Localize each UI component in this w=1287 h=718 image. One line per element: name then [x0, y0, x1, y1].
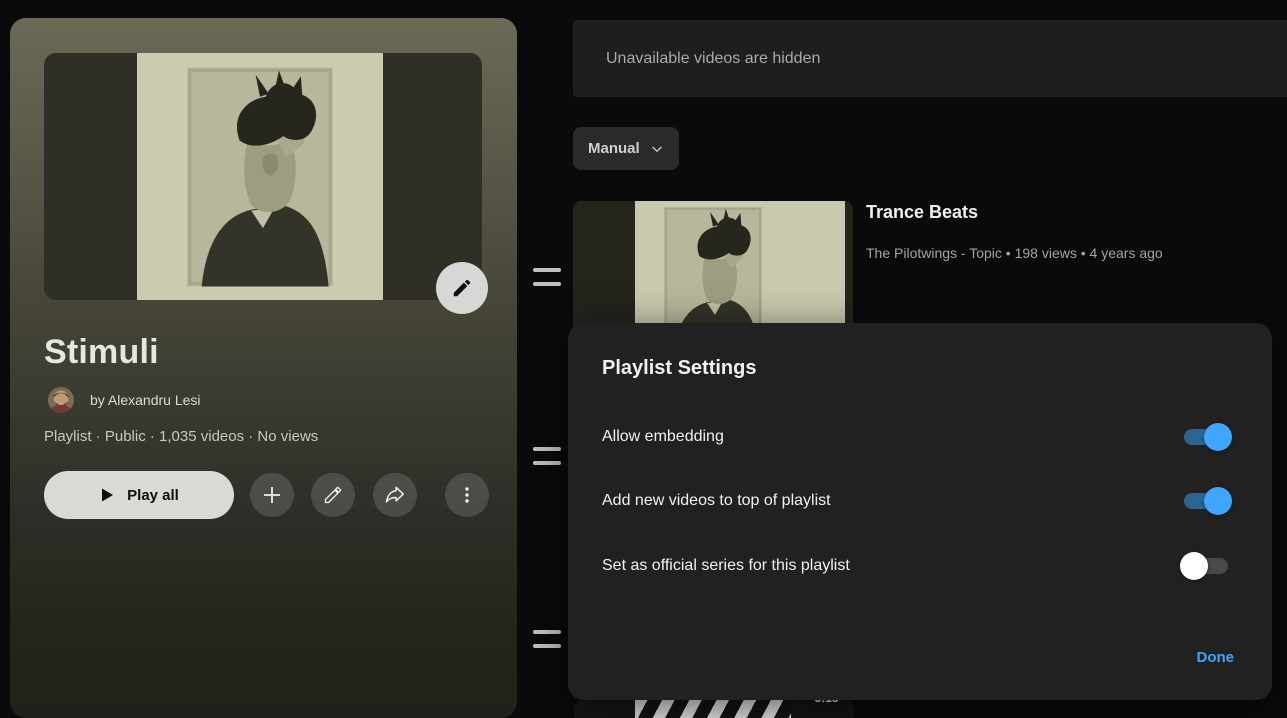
playlist-page: Stimuli by Alexandru Lesi Playlist · Pub… — [0, 0, 1287, 718]
setting-row-official-series: Set as official series for this playlist — [602, 551, 1232, 581]
play-all-button[interactable]: Play all — [44, 471, 234, 519]
drag-handle-icon[interactable] — [533, 268, 561, 286]
video-title[interactable]: Trance Beats — [866, 202, 978, 223]
artwork-image — [187, 67, 333, 287]
banner-text: Unavailable videos are hidden — [606, 49, 821, 67]
edit-playlist-button[interactable] — [311, 473, 355, 517]
unavailable-videos-banner: Unavailable videos are hidden — [573, 20, 1287, 97]
sort-order-dropdown[interactable]: Manual — [573, 127, 679, 170]
add-to-top-toggle[interactable] — [1180, 487, 1232, 515]
playlist-settings-dialog: Playlist Settings Allow embedding Add ne… — [568, 323, 1272, 700]
owner-avatar — [48, 387, 74, 413]
dialog-title: Playlist Settings — [602, 357, 757, 379]
edit-thumbnail-button[interactable] — [436, 262, 488, 314]
setting-label: Add new videos to top of playlist — [602, 492, 831, 509]
drag-handle-icon[interactable] — [533, 630, 561, 648]
share-arrow-icon — [385, 486, 404, 503]
pencil-icon — [324, 486, 342, 504]
more-options-button[interactable] — [445, 473, 489, 517]
setting-row-add-to-top: Add new videos to top of playlist — [602, 486, 1232, 516]
play-all-label: Play all — [127, 486, 179, 504]
chevron-down-icon — [651, 146, 662, 152]
kebab-menu-icon — [465, 487, 469, 503]
setting-row-allow-embedding: Allow embedding — [602, 422, 1232, 452]
setting-label: Set as official series for this playlist — [602, 557, 850, 574]
toggle-thumb — [1204, 423, 1232, 451]
playlist-thumbnail-art — [137, 53, 383, 300]
playlist-owner-row[interactable]: by Alexandru Lesi — [48, 387, 201, 413]
done-button[interactable]: Done — [1195, 641, 1237, 674]
playlist-summary-panel: Stimuli by Alexandru Lesi Playlist · Pub… — [10, 18, 517, 718]
toggle-thumb — [1204, 487, 1232, 515]
playlist-thumbnail[interactable] — [44, 53, 482, 300]
thumbnail-letterbox — [44, 53, 137, 300]
add-videos-button[interactable] — [250, 473, 294, 517]
playlist-meta: Playlist · Public · 1,035 videos · No vi… — [44, 428, 319, 445]
play-triangle-icon — [102, 488, 114, 502]
playlist-title: Stimuli — [44, 333, 159, 371]
toggle-thumb — [1180, 552, 1208, 580]
plus-icon — [264, 487, 280, 503]
allow-embedding-toggle[interactable] — [1180, 423, 1232, 451]
pencil-icon — [453, 279, 471, 297]
setting-label: Allow embedding — [602, 428, 724, 445]
official-series-toggle[interactable] — [1180, 552, 1232, 580]
drag-handle-icon[interactable] — [533, 447, 561, 465]
playlist-owner: by Alexandru Lesi — [90, 392, 201, 408]
sort-label: Manual — [588, 140, 640, 157]
artwork-image — [635, 700, 791, 718]
video-byline: The Pilotwings - Topic • 198 views • 4 y… — [866, 245, 1163, 261]
share-button[interactable] — [373, 473, 417, 517]
